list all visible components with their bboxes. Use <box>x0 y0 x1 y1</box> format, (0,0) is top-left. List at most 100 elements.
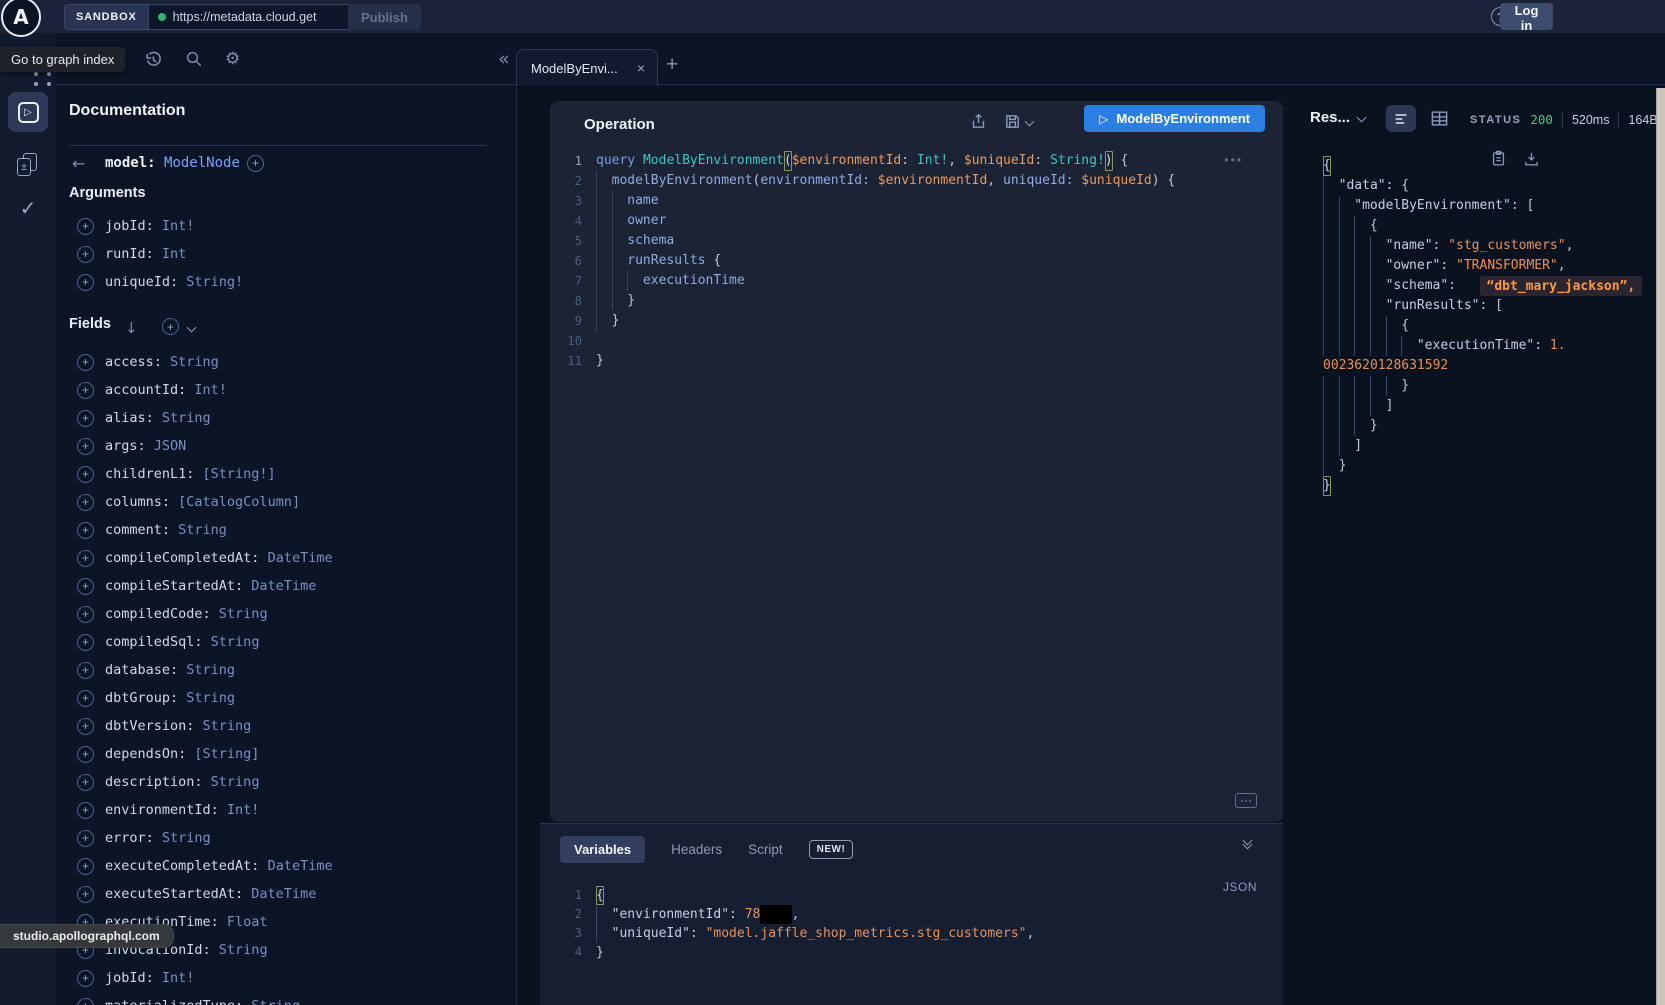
endpoint-url-field[interactable]: https://metadata.cloud.get <box>149 5 354 29</box>
tab-close-icon[interactable]: × <box>629 61 645 75</box>
response-caret-icon[interactable] <box>1357 113 1367 123</box>
indent-guide <box>1339 436 1355 456</box>
add-field-button[interactable]: + <box>77 662 94 679</box>
login-button[interactable]: Log in <box>1500 3 1553 30</box>
add-field-button[interactable]: + <box>77 578 94 595</box>
back-arrow-icon[interactable]: ← <box>72 154 85 173</box>
add-field-button[interactable]: + <box>77 774 94 791</box>
add-field-button[interactable]: + <box>77 746 94 763</box>
add-field-button[interactable]: + <box>77 550 94 567</box>
add-field-button[interactable]: + <box>77 438 94 455</box>
indent-guide <box>1323 176 1339 196</box>
code-token: modelByEnvironment <box>612 171 753 191</box>
code-token: $environmentId <box>792 151 902 171</box>
code-token: "environmentId" <box>612 905 729 924</box>
code-line: "executionTime": 1. <box>1323 336 1653 356</box>
sidebar-item-explorer[interactable]: ▷ <box>8 92 48 132</box>
publish-button[interactable]: Publish <box>348 4 421 30</box>
sidebar-item-changelog[interactable]: ± <box>0 153 56 177</box>
add-field-button[interactable]: + <box>77 494 94 511</box>
field-signature: executeStartedAt: DateTime <box>105 886 316 902</box>
doc-field-row: +executeCompletedAt: DateTime <box>56 852 516 880</box>
add-argument-button[interactable]: + <box>77 246 94 263</box>
share-icon[interactable] <box>970 113 987 130</box>
align-left-icon <box>1393 111 1409 127</box>
code-token: , <box>948 151 964 171</box>
add-field-button[interactable]: + <box>77 830 94 847</box>
add-all-fields-button[interactable]: + <box>162 318 179 335</box>
fields-add-caret-icon[interactable] <box>187 323 197 333</box>
add-type-button[interactable]: + <box>247 155 264 172</box>
tab-headers[interactable]: Headers <box>671 842 722 857</box>
save-options-caret-icon[interactable] <box>1025 117 1035 127</box>
add-argument-button[interactable]: + <box>77 218 94 235</box>
add-field-button[interactable]: + <box>77 886 94 903</box>
graph-index-tooltip: Go to graph index <box>0 47 125 72</box>
save-icon[interactable] <box>1004 113 1021 130</box>
add-field-button[interactable]: + <box>77 354 94 371</box>
code-token: { <box>596 886 604 905</box>
search-icon[interactable] <box>185 50 203 68</box>
collapse-sidebar-icon[interactable]: « <box>498 33 510 85</box>
code-line: "name": "stg_customers", <box>1323 236 1653 256</box>
code-token: ( <box>753 171 761 191</box>
copy-response-clipboard-icon[interactable] <box>1490 150 1507 167</box>
indent-guide <box>1323 196 1339 216</box>
sort-fields-icon[interactable]: ↓ <box>125 319 138 337</box>
download-response-icon[interactable] <box>1523 150 1540 167</box>
keyboard-shortcuts-icon[interactable] <box>1235 793 1257 808</box>
response-body[interactable]: {"data": {"modelByEnvironment": [{"name"… <box>1323 156 1653 496</box>
add-field-button[interactable]: + <box>77 410 94 427</box>
sidebar-item-checks[interactable]: ✓ <box>0 196 56 220</box>
doc-field-row: +childrenL1: [String!] <box>56 460 516 488</box>
new-tab-button[interactable]: + <box>666 53 678 77</box>
indent-guide <box>1323 416 1339 436</box>
add-field-button[interactable]: + <box>77 522 94 539</box>
doc-field-row: +description: String <box>56 768 516 796</box>
tab-script[interactable]: Script <box>748 842 783 857</box>
table-view-toggle[interactable] <box>1430 109 1449 128</box>
add-field-button[interactable]: + <box>77 858 94 875</box>
window-scrollbar[interactable] <box>1656 88 1665 1005</box>
indent-guide <box>1370 296 1386 316</box>
format-view-toggle[interactable] <box>1386 105 1416 132</box>
field-signature: accountId: Int! <box>105 382 227 398</box>
operation-editor[interactable]: 1query ModelByEnvironment($environmentId… <box>558 151 1275 786</box>
explorer-settings-gear-icon[interactable]: ⚙ <box>225 51 240 68</box>
tab-operation[interactable]: ModelByEnvi... × <box>516 49 658 86</box>
add-field-button[interactable]: + <box>77 802 94 819</box>
run-operation-button[interactable]: ▷ ModelByEnvironment <box>1084 105 1265 132</box>
code-token: ) <box>1105 151 1113 171</box>
tab-variables[interactable]: Variables <box>560 836 645 863</box>
code-line: 5schema <box>558 231 1275 251</box>
add-field-button[interactable]: + <box>77 382 94 399</box>
doc-field-row: + executeStartedAt: DateTime <box>56 880 516 908</box>
code-token: "model.jaffle_shop_metrics.stg_customers… <box>706 924 1027 943</box>
doc-field-row: +uniqueId: String! <box>56 268 516 296</box>
field-signature: dependsOn: [String] <box>105 746 259 762</box>
collapse-panel-icon[interactable] <box>1244 840 1251 848</box>
code-line: 4owner <box>558 211 1275 231</box>
field-signature: environmentId: Int! <box>105 802 259 818</box>
indent-guide <box>1386 336 1402 356</box>
add-field-button[interactable]: + <box>77 466 94 483</box>
code-line: 3name <box>558 191 1275 211</box>
add-field-button[interactable]: + <box>77 634 94 651</box>
field-signature: comment: String <box>105 522 227 538</box>
indent-guide <box>1354 236 1370 256</box>
add-field-button[interactable]: + <box>77 606 94 623</box>
indent-guide <box>612 291 628 311</box>
history-icon[interactable] <box>144 50 163 69</box>
add-field-button[interactable]: + <box>77 970 94 987</box>
doc-field-row: +error: String <box>56 824 516 852</box>
add-argument-button[interactable]: + <box>77 274 94 291</box>
add-field-button[interactable]: + <box>77 998 94 1005</box>
indent-guide <box>612 231 628 251</box>
graph-index-icon[interactable] <box>34 72 56 86</box>
variables-editor[interactable]: 1{2"environmentId": 78 ,3"uniqueId": "mo… <box>558 886 1193 962</box>
variables-mode-label: JSON <box>1223 880 1257 894</box>
add-field-button[interactable]: + <box>77 690 94 707</box>
line-number: 11 <box>558 351 582 371</box>
code-line: 6runResults { <box>558 251 1275 271</box>
add-field-button[interactable]: + <box>77 718 94 735</box>
